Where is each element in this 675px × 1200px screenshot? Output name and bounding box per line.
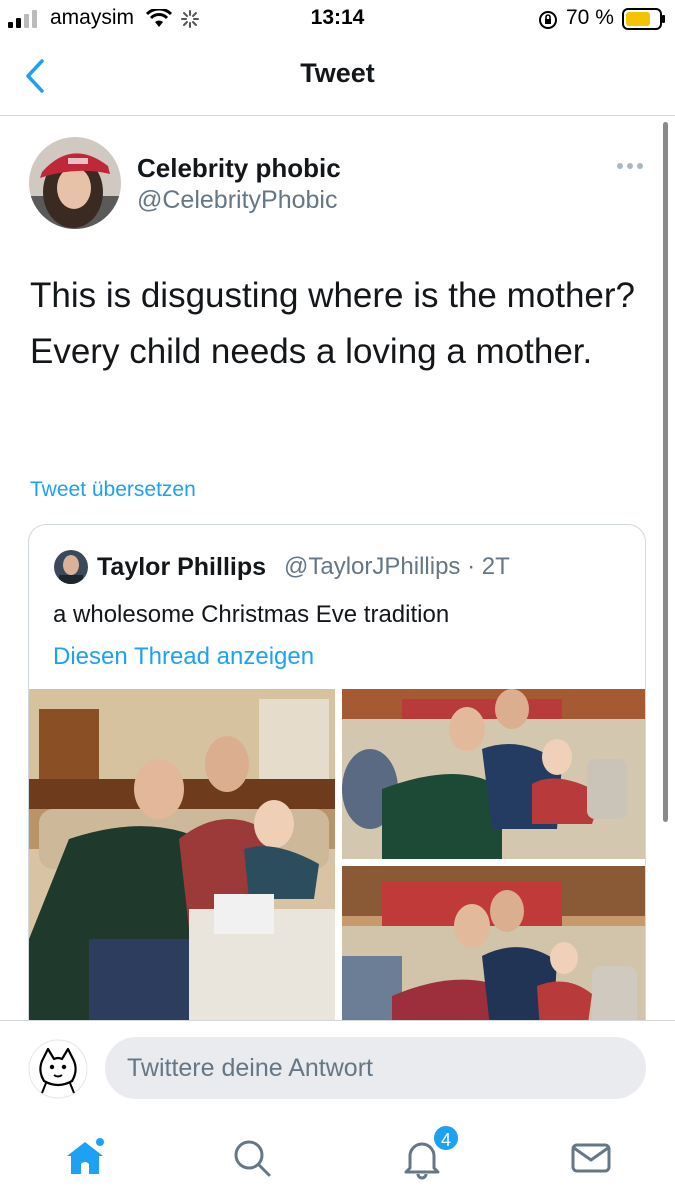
status-bar: amaysim 13:14 70 %: [0, 0, 675, 40]
page-title: Tweet: [300, 58, 375, 88]
more-options-icon[interactable]: [616, 160, 644, 172]
orientation-lock-icon: [539, 11, 557, 29]
tab-home[interactable]: [55, 1130, 115, 1186]
nav-bar: Tweet: [0, 40, 675, 116]
scrollbar[interactable]: [663, 122, 668, 822]
tab-bar: 4: [0, 1120, 675, 1200]
quoted-tweet-card[interactable]: Taylor Phillips @TaylorJPhillips · 2T a …: [28, 524, 646, 1044]
photo-2[interactable]: [342, 689, 645, 859]
show-thread-link[interactable]: Diesen Thread anzeigen: [53, 643, 314, 671]
search-icon: [234, 1140, 271, 1177]
quoted-author-handle: @TaylorJPhillips · 2T: [284, 553, 510, 580]
author-name[interactable]: Celebrity phobic: [137, 153, 341, 184]
author-avatar[interactable]: [28, 136, 122, 230]
photo-1[interactable]: [29, 689, 335, 1043]
reply-bar: [0, 1020, 675, 1120]
quoted-author-avatar: [54, 550, 88, 584]
notification-badge: 4: [432, 1124, 460, 1152]
translate-tweet-link[interactable]: Tweet übersetzen: [30, 478, 196, 502]
tweet-text: This is disgusting where is the mother? …: [30, 276, 635, 371]
quoted-tweet-text: a wholesome Christmas Eve tradition: [53, 601, 450, 628]
mail-icon: [571, 1143, 611, 1173]
battery-percentage: 70 %: [566, 6, 614, 29]
photo-3[interactable]: [342, 866, 645, 1043]
reply-input[interactable]: [105, 1037, 646, 1099]
user-avatar[interactable]: [28, 1039, 88, 1099]
tab-messages[interactable]: [561, 1130, 621, 1186]
tab-search[interactable]: [222, 1130, 282, 1186]
home-icon: [67, 1138, 104, 1174]
author-handle[interactable]: @CelebrityPhobic: [137, 186, 337, 215]
quoted-author-name: Taylor Phillips: [97, 553, 267, 581]
battery-icon: [622, 8, 665, 30]
